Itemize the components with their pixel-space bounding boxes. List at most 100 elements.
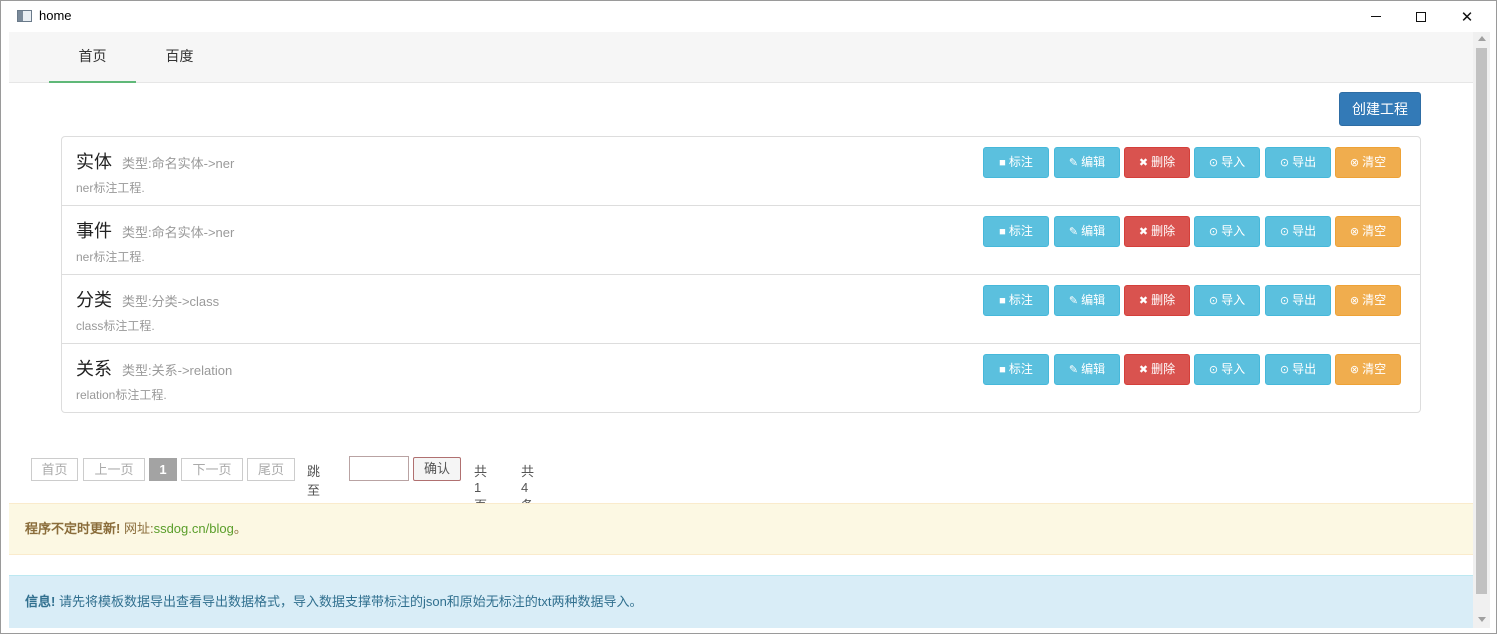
clear-button[interactable]: ⊗ 清空	[1335, 147, 1401, 178]
tab-baidu[interactable]: 百度	[136, 32, 223, 83]
project-row: 实体 类型:命名实体->ner ner标注工程. ■ 标注 ✎ 编辑 ✖ 删除 ⊙ 导入…	[62, 137, 1420, 206]
edit-button[interactable]: ✎ 编辑	[1054, 285, 1120, 316]
mark-button[interactable]: ■ 标注	[983, 285, 1049, 316]
edit-icon: ✎	[1068, 364, 1079, 376]
export-button[interactable]: ⊙ 导出	[1265, 285, 1331, 316]
scroll-down-icon[interactable]	[1478, 617, 1486, 622]
tab-home[interactable]: 首页	[49, 32, 136, 83]
export-label: 导出	[1292, 224, 1317, 238]
comment-icon: ■	[999, 364, 1006, 376]
close-icon: ✕	[1460, 8, 1474, 26]
edit-label: 编辑	[1081, 155, 1106, 169]
remove-icon: ✖	[1138, 226, 1149, 238]
mark-label: 标注	[1008, 155, 1033, 169]
clear-button[interactable]: ⊗ 清空	[1335, 354, 1401, 385]
vertical-scrollbar[interactable]	[1473, 32, 1490, 628]
last-page-button[interactable]: 尾页	[247, 458, 295, 481]
import-button[interactable]: ⊙ 导入	[1194, 285, 1260, 316]
minimize-icon	[1371, 16, 1381, 17]
remove-icon: ✖	[1138, 157, 1149, 169]
import-label: 导入	[1221, 293, 1246, 307]
main-content: 首页 百度 创建工程 实体 类型:命名实体->ner ner标注工程. ■ 标注 …	[9, 32, 1473, 628]
minimize-button[interactable]	[1353, 1, 1399, 32]
project-type: 类型:分类->class	[122, 294, 220, 309]
blog-link[interactable]: ssdog.cn/blog	[154, 521, 234, 536]
export-button[interactable]: ⊙ 导出	[1265, 147, 1331, 178]
delete-button[interactable]: ✖ 删除	[1124, 285, 1190, 316]
scroll-up-icon[interactable]	[1478, 36, 1486, 41]
clear-label: 清空	[1362, 155, 1387, 169]
mark-button[interactable]: ■ 标注	[983, 354, 1049, 385]
clear-button[interactable]: ⊗ 清空	[1335, 216, 1401, 247]
current-page[interactable]: 1	[149, 458, 177, 481]
mark-button[interactable]: ■ 标注	[983, 216, 1049, 247]
export-label: 导出	[1292, 155, 1317, 169]
comment-icon: ■	[999, 295, 1006, 307]
maximize-button[interactable]	[1398, 1, 1444, 32]
edit-icon: ✎	[1068, 295, 1079, 307]
clear-button[interactable]: ⊗ 清空	[1335, 285, 1401, 316]
delete-label: 删除	[1151, 224, 1176, 238]
delete-button[interactable]: ✖ 删除	[1124, 354, 1190, 385]
import-icon: ⊙	[1208, 364, 1219, 376]
mark-button[interactable]: ■ 标注	[983, 147, 1049, 178]
update-alert-prefix: 网址:	[120, 521, 154, 536]
export-button[interactable]: ⊙ 导出	[1265, 216, 1331, 247]
project-list: 实体 类型:命名实体->ner ner标注工程. ■ 标注 ✎ 编辑 ✖ 删除 ⊙ 导入…	[61, 136, 1421, 413]
tab-bar: 首页 百度	[9, 32, 1473, 83]
close-button[interactable]: ✕	[1444, 1, 1490, 32]
project-type: 类型:命名实体->ner	[122, 225, 235, 240]
export-button[interactable]: ⊙ 导出	[1265, 354, 1331, 385]
export-icon: ⊙	[1279, 364, 1290, 376]
update-alert-suffix: 。	[233, 521, 247, 536]
edit-icon: ✎	[1068, 226, 1079, 238]
export-icon: ⊙	[1279, 157, 1290, 169]
app-icon	[17, 10, 32, 22]
remove-icon: ✖	[1138, 295, 1149, 307]
export-icon: ⊙	[1279, 295, 1290, 307]
delete-label: 删除	[1151, 155, 1176, 169]
edit-icon: ✎	[1068, 157, 1079, 169]
info-alert-text: 请先将模板数据导出查看导出数据格式，导入数据支撑带标注的json和原始无标注的t…	[55, 594, 643, 609]
info-alert: 信息! 请先将模板数据导出查看导出数据格式，导入数据支撑带标注的json和原始无…	[9, 575, 1473, 628]
prev-page-button[interactable]: 上一页	[83, 458, 145, 481]
delete-button[interactable]: ✖ 删除	[1124, 216, 1190, 247]
clear-icon: ⊗	[1349, 226, 1360, 238]
import-button[interactable]: ⊙ 导入	[1194, 354, 1260, 385]
delete-label: 删除	[1151, 362, 1176, 376]
edit-button[interactable]: ✎ 编辑	[1054, 354, 1120, 385]
edit-button[interactable]: ✎ 编辑	[1054, 147, 1120, 178]
import-icon: ⊙	[1208, 157, 1219, 169]
info-alert-title: 信息!	[25, 594, 56, 609]
confirm-button[interactable]: 确认	[413, 457, 461, 481]
clear-icon: ⊗	[1349, 295, 1360, 307]
mark-label: 标注	[1008, 362, 1033, 376]
jump-page-input[interactable]	[349, 456, 409, 481]
scroll-thumb[interactable]	[1476, 48, 1487, 594]
app-window: home ✕ 首页 百度 创建工程 实体 类型:命名实体->ner ner标注工…	[0, 0, 1497, 634]
import-button[interactable]: ⊙ 导入	[1194, 147, 1260, 178]
export-label: 导出	[1292, 362, 1317, 376]
comment-icon: ■	[999, 226, 1006, 238]
import-button[interactable]: ⊙ 导入	[1194, 216, 1260, 247]
project-row: 分类 类型:分类->class class标注工程. ■ 标注 ✎ 编辑 ✖ 删除 ⊙…	[62, 275, 1420, 344]
clear-icon: ⊗	[1349, 157, 1360, 169]
title-bar: home ✕	[1, 1, 1496, 32]
mark-label: 标注	[1008, 293, 1033, 307]
edit-button[interactable]: ✎ 编辑	[1054, 216, 1120, 247]
jump-label: 跳至	[307, 464, 321, 498]
import-label: 导入	[1221, 362, 1246, 376]
import-label: 导入	[1221, 224, 1246, 238]
export-label: 导出	[1292, 293, 1317, 307]
create-project-button[interactable]: 创建工程	[1339, 92, 1421, 126]
mark-label: 标注	[1008, 224, 1033, 238]
first-page-button[interactable]: 首页	[31, 458, 78, 481]
project-type: 类型:关系->relation	[122, 363, 233, 378]
project-row: 关系 类型:关系->relation relation标注工程. ■ 标注 ✎ 编辑…	[62, 344, 1420, 413]
next-page-button[interactable]: 下一页	[181, 458, 243, 481]
delete-button[interactable]: ✖ 删除	[1124, 147, 1190, 178]
project-type: 类型:命名实体->ner	[122, 156, 235, 171]
project-name: 实体	[76, 152, 112, 172]
clear-label: 清空	[1362, 293, 1387, 307]
edit-label: 编辑	[1081, 224, 1106, 238]
